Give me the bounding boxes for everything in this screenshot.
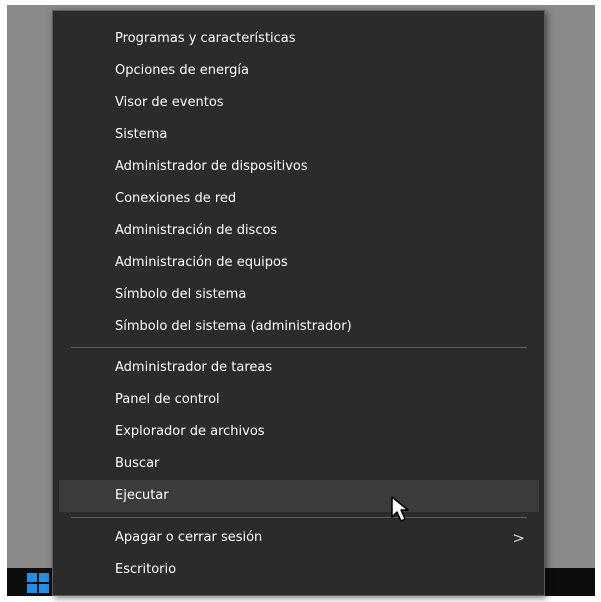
windows-logo-icon — [27, 584, 37, 593]
menu-item-task-manager[interactable]: Administrador de tareas — [59, 352, 539, 384]
menu-item-event-viewer[interactable]: Visor de eventos — [59, 87, 539, 119]
menu-item-disk-management[interactable]: Administración de discos — [59, 215, 539, 247]
menu-separator — [71, 517, 527, 518]
menu-item-run[interactable]: Ejecutar — [59, 480, 539, 512]
menu-item-power-options[interactable]: Opciones de energía — [59, 55, 539, 87]
menu-item-label: Apagar o cerrar sesión — [115, 530, 263, 545]
windows-logo-icon — [39, 573, 49, 582]
menu-item-programs-features[interactable]: Programas y características — [59, 23, 539, 55]
menu-item-search[interactable]: Buscar — [59, 448, 539, 480]
windows-logo-icon — [27, 573, 37, 582]
menu-item-file-explorer[interactable]: Explorador de archivos — [59, 416, 539, 448]
menu-item-command-prompt[interactable]: Símbolo del sistema — [59, 279, 539, 311]
menu-item-device-manager[interactable]: Administrador de dispositivos — [59, 151, 539, 183]
menu-item-computer-management[interactable]: Administración de equipos — [59, 247, 539, 279]
menu-item-desktop[interactable]: Escritorio — [59, 554, 539, 586]
menu-item-control-panel[interactable]: Panel de control — [59, 384, 539, 416]
screen: Programas y características Opciones de … — [0, 0, 601, 602]
menu-separator — [71, 347, 527, 348]
windows-logo-icon — [39, 584, 49, 593]
menu-item-system[interactable]: Sistema — [59, 119, 539, 151]
menu-item-network-connections[interactable]: Conexiones de red — [59, 183, 539, 215]
menu-item-command-prompt-admin[interactable]: Símbolo del sistema (administrador) — [59, 311, 539, 343]
power-user-context-menu: Programas y características Opciones de … — [52, 10, 545, 596]
chevron-right-icon: > — [512, 529, 525, 547]
menu-item-shutdown-signout[interactable]: Apagar o cerrar sesión > — [59, 522, 539, 554]
start-button[interactable] — [26, 572, 50, 594]
mouse-pointer-icon — [391, 496, 409, 522]
